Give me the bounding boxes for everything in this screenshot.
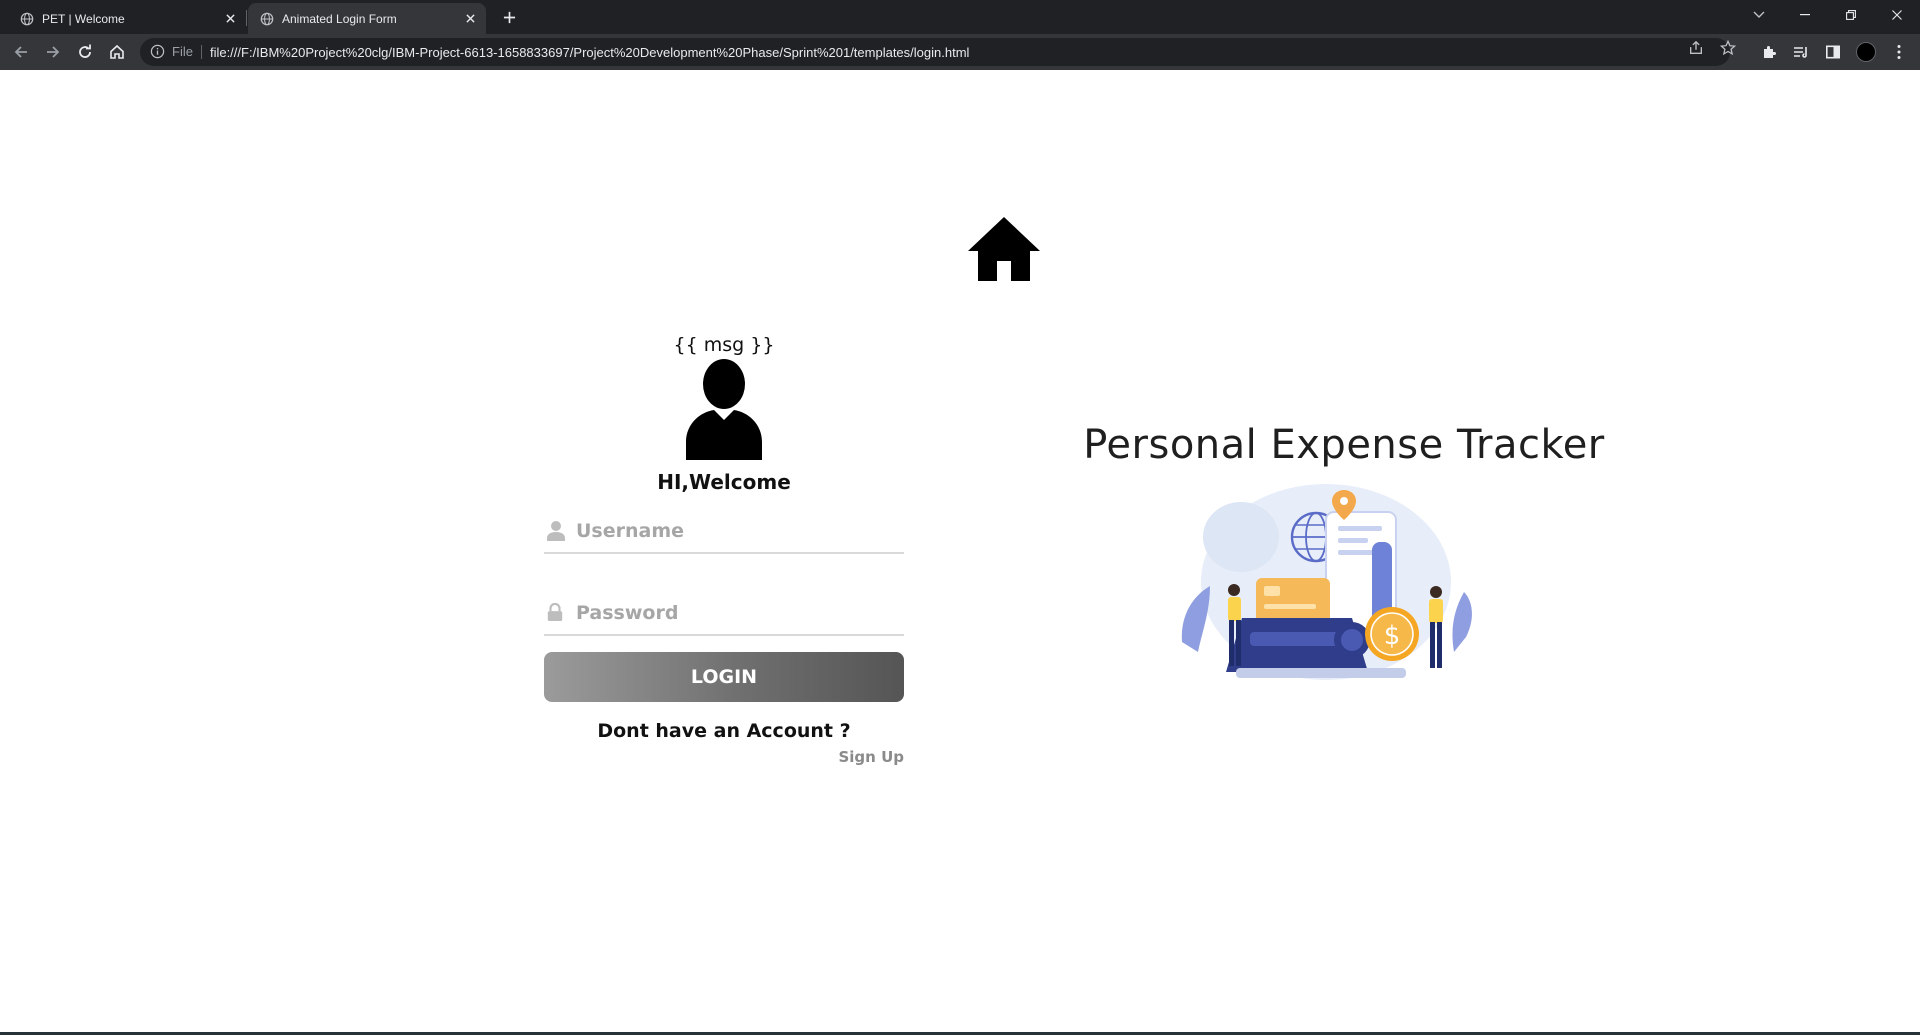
login-button[interactable]: LOGIN bbox=[544, 652, 904, 702]
close-icon[interactable] bbox=[220, 9, 240, 29]
reading-list-button[interactable] bbox=[1788, 39, 1814, 65]
home-icon bbox=[968, 217, 1040, 281]
kebab-menu-icon bbox=[1897, 45, 1901, 59]
address-bar[interactable]: File file:///F:/IBM%20Project%20clg/IBM-… bbox=[140, 38, 1730, 66]
chevron-down-icon bbox=[1753, 11, 1765, 18]
brand-title: Personal Expense Tracker bbox=[1083, 422, 1605, 468]
restore-button[interactable] bbox=[1828, 0, 1874, 30]
globe-icon bbox=[20, 12, 34, 26]
side-panel-button[interactable] bbox=[1820, 39, 1846, 65]
tab-search-button[interactable] bbox=[1736, 0, 1782, 30]
page-content bbox=[0, 70, 1920, 1032]
close-icon bbox=[1892, 10, 1902, 20]
tab-animated-login-form[interactable]: Animated Login Form bbox=[248, 3, 486, 34]
flash-message: {{ msg }} bbox=[673, 334, 775, 356]
minimize-button[interactable] bbox=[1782, 0, 1828, 30]
close-window-button[interactable] bbox=[1874, 0, 1920, 30]
plus-icon bbox=[503, 11, 515, 23]
minimize-icon bbox=[1800, 14, 1810, 16]
no-account-text: Dont have an Account ? bbox=[597, 720, 851, 742]
info-icon[interactable] bbox=[150, 44, 166, 60]
home-link[interactable] bbox=[966, 215, 1042, 283]
tab-divider bbox=[246, 10, 247, 26]
forward-button[interactable] bbox=[40, 39, 66, 65]
finance-illustration: $ bbox=[1181, 484, 1472, 680]
username-input[interactable] bbox=[576, 520, 876, 542]
password-field bbox=[544, 592, 904, 636]
svg-text:$: $ bbox=[1384, 621, 1401, 651]
menu-button[interactable] bbox=[1886, 39, 1912, 65]
user-icon bbox=[546, 520, 566, 542]
side-panel-icon bbox=[1825, 45, 1840, 59]
globe-icon bbox=[260, 12, 274, 26]
tab-title: PET | Welcome bbox=[42, 11, 125, 26]
username-field bbox=[544, 510, 904, 554]
welcome-heading: HI,Welcome bbox=[657, 470, 791, 494]
back-button[interactable] bbox=[8, 39, 34, 65]
password-input[interactable] bbox=[576, 602, 876, 624]
forward-icon bbox=[47, 46, 60, 58]
tab-title: Animated Login Form bbox=[282, 11, 397, 26]
reading-list-icon bbox=[1794, 47, 1807, 58]
scheme-label: File bbox=[172, 45, 202, 59]
new-tab-button[interactable] bbox=[498, 6, 520, 28]
close-icon[interactable] bbox=[460, 9, 480, 29]
extensions-icon bbox=[1764, 46, 1776, 58]
reload-icon bbox=[79, 44, 91, 58]
restore-icon bbox=[1846, 10, 1856, 20]
reload-button[interactable] bbox=[72, 39, 98, 65]
lock-icon bbox=[546, 602, 566, 624]
browser-toolbar: File file:///F:/IBM%20Project%20clg/IBM-… bbox=[0, 34, 1920, 70]
tab-strip: PET | Welcome Animated Login Form bbox=[0, 0, 1920, 34]
extensions-button[interactable] bbox=[1756, 39, 1782, 65]
home-icon bbox=[110, 44, 124, 59]
share-icon[interactable] bbox=[1688, 40, 1706, 58]
url-text[interactable]: file:///F:/IBM%20Project%20clg/IBM-Proje… bbox=[210, 45, 1730, 60]
star-icon[interactable] bbox=[1720, 40, 1738, 58]
user-avatar-icon bbox=[686, 359, 762, 460]
home-button[interactable] bbox=[104, 39, 130, 65]
tab-pet-welcome[interactable]: PET | Welcome bbox=[8, 3, 246, 34]
profile-avatar[interactable] bbox=[1856, 42, 1876, 62]
back-icon bbox=[14, 46, 27, 58]
signup-link[interactable]: Sign Up bbox=[838, 748, 904, 766]
